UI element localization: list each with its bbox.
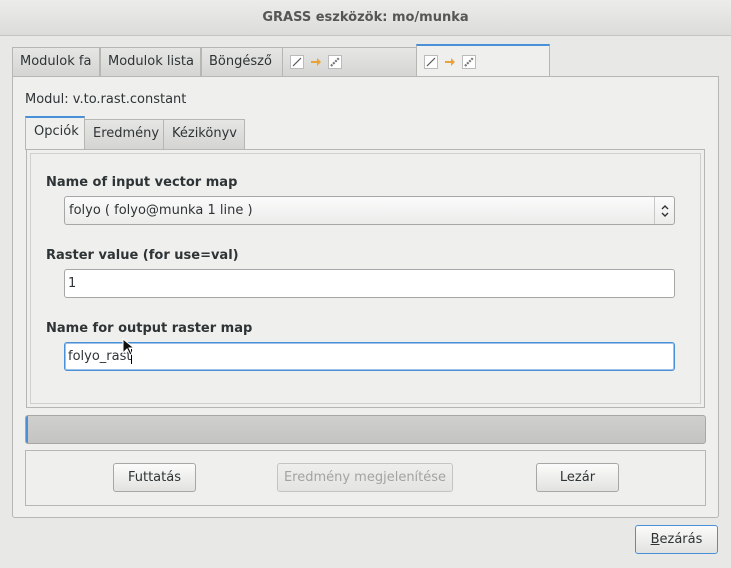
tab-manual[interactable]: Kézikönyv xyxy=(163,119,245,149)
mouse-pointer-icon xyxy=(122,338,134,356)
raster-line-icon xyxy=(462,55,476,69)
tab-modules-list[interactable]: Modulok lista xyxy=(100,47,201,77)
raster-value-input[interactable]: 1 xyxy=(64,269,675,298)
updown-arrows-icon xyxy=(654,197,674,224)
tab-label: Kézikönyv xyxy=(172,126,237,141)
tab-module-1[interactable] xyxy=(282,47,417,77)
arrow-right-icon xyxy=(445,58,455,66)
output-map-label: Name for output raster map xyxy=(46,321,253,336)
show-result-button[interactable]: Eredmény megjelenítése xyxy=(277,463,453,492)
tab-module-2[interactable] xyxy=(416,44,550,78)
raster-line-icon xyxy=(328,55,342,69)
tab-label: Böngésző xyxy=(209,54,272,69)
line-icon xyxy=(424,55,438,69)
tab-options[interactable]: Opciók xyxy=(25,116,85,150)
tab-output[interactable]: Eredmény xyxy=(84,119,164,149)
output-map-input[interactable]: folyo_rast xyxy=(64,342,675,371)
progress-bar xyxy=(25,415,706,444)
button-label-rest: ezárás xyxy=(659,532,703,547)
raster-value-label: Raster value (for use=val) xyxy=(46,248,239,263)
tab-label: Modulok lista xyxy=(108,54,194,69)
input-map-select[interactable]: folyo ( folyo@munka 1 line ) xyxy=(64,196,675,225)
tab-label: Modulok fa xyxy=(20,54,92,69)
tab-label: Eredmény xyxy=(93,126,160,141)
window-title: GRASS eszközök: mo/munka xyxy=(0,0,731,36)
raster-value-text: 1 xyxy=(68,276,77,291)
progress-fill xyxy=(26,416,28,443)
tab-label: Opciók xyxy=(34,124,79,139)
close-tab-button[interactable]: Lezár xyxy=(536,463,619,492)
arrow-right-icon xyxy=(311,58,321,66)
module-name-label: Modul: v.to.rast.constant xyxy=(25,92,187,107)
line-icon xyxy=(290,55,304,69)
mnemonic-letter: B xyxy=(650,532,660,547)
tab-modules-tree[interactable]: Modulok fa xyxy=(12,47,100,77)
input-map-value: folyo ( folyo@munka 1 line ) xyxy=(69,203,253,218)
close-window-button[interactable]: Bezárás xyxy=(635,525,718,554)
run-button[interactable]: Futtatás xyxy=(113,463,196,492)
input-map-label: Name of input vector map xyxy=(46,175,238,190)
tab-browser[interactable]: Böngésző xyxy=(201,47,293,77)
